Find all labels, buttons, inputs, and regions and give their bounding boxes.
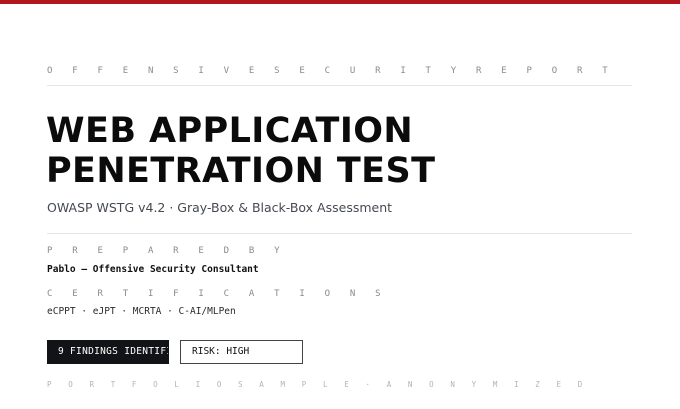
certifications-value: eCPPT · eJPT · MCRTA · C-AI/MLPen	[47, 306, 236, 317]
footer-note: P O R T F O L I O S A M P L E · A N O N …	[47, 380, 589, 389]
risk-badge: RISK: HIGH	[180, 340, 303, 364]
mid-divider	[47, 233, 632, 234]
title-line-1: WEB APPLICATION	[46, 111, 414, 151]
title-line-2: PENETRATION TEST	[46, 151, 436, 191]
prepared-by-value: Pablo — Offensive Security Consultant	[47, 264, 259, 275]
report-title: WEB APPLICATION PENETRATION TEST	[46, 111, 435, 191]
findings-badge: 9 FINDINGS IDENTIFIED	[47, 340, 169, 364]
report-kicker: O F F E N S I V E S E C U R I T Y R E P …	[47, 66, 615, 76]
certifications-label: C E R T I F I C A T I O N S	[47, 289, 388, 299]
accent-top-bar	[0, 0, 680, 4]
top-divider	[47, 85, 632, 86]
report-subtitle: OWASP WSTG v4.2 · Gray-Box & Black-Box A…	[47, 200, 393, 215]
prepared-by-label: P R E P A R E D B Y	[47, 246, 287, 256]
